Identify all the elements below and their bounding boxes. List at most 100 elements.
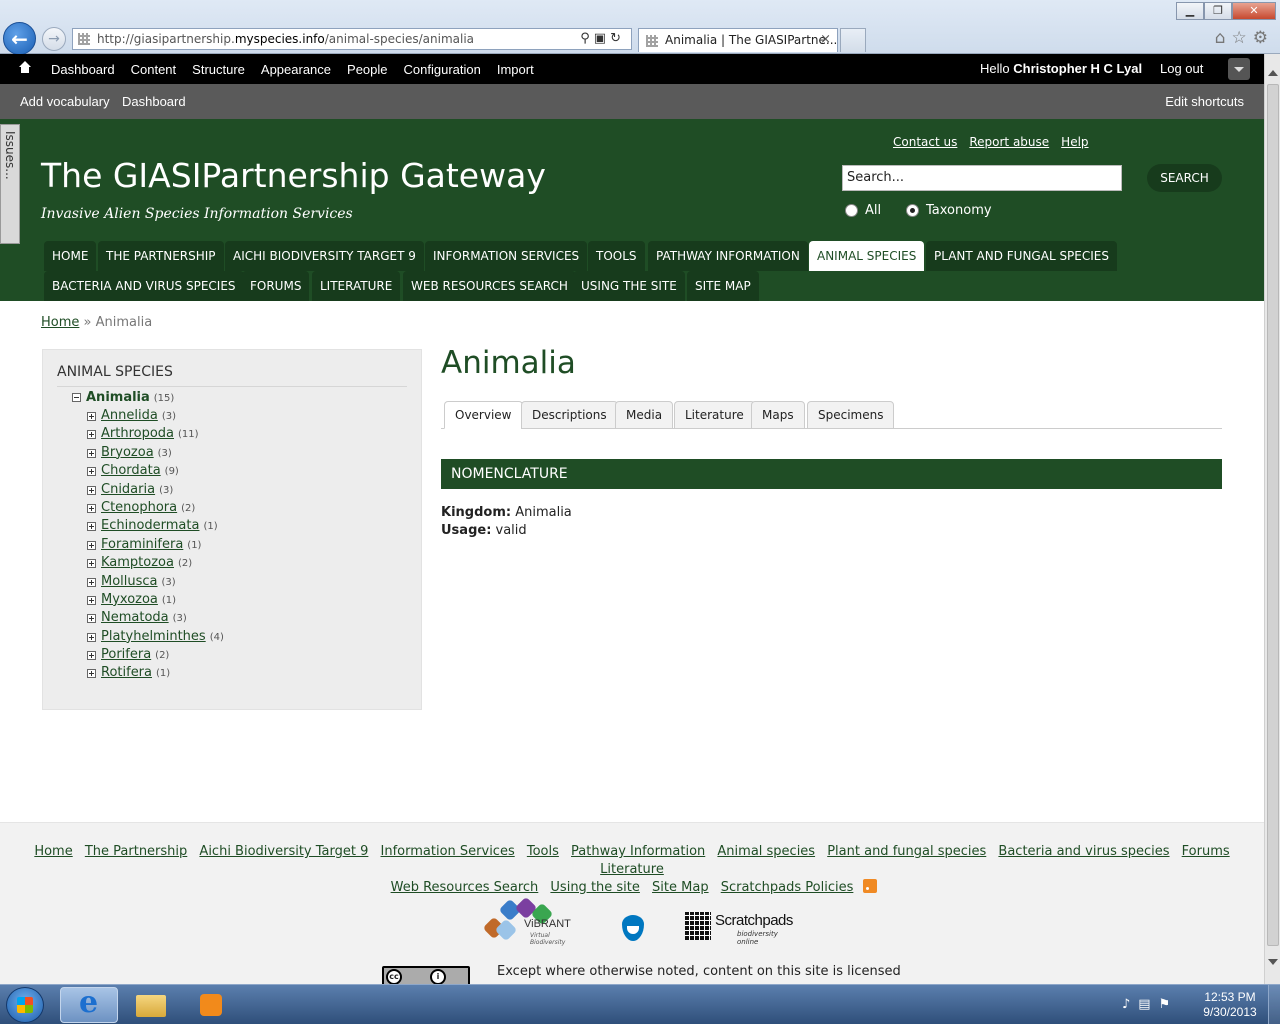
new-tab-button[interactable]	[840, 28, 866, 52]
footer-link-web-resources[interactable]: Web Resources Search	[391, 880, 539, 895]
breadcrumb-home-link[interactable]: Home	[41, 315, 79, 330]
maximize-button[interactable]: ❐	[1204, 2, 1232, 20]
creative-commons-badge[interactable]: cc i	[382, 966, 470, 986]
tree-item-link[interactable]: Chordata	[101, 463, 161, 478]
expand-icon[interactable]	[87, 448, 96, 458]
nav-the-partnership[interactable]: THE PARTNERSHIP	[98, 241, 224, 271]
admin-menu-dashboard[interactable]: Dashboard	[51, 62, 115, 77]
nav-web-resources-search[interactable]: WEB RESOURCES SEARCH	[403, 271, 576, 301]
tab-descriptions[interactable]: Descriptions	[521, 401, 618, 429]
footer-link-scratchpads-policies[interactable]: Scratchpads Policies	[721, 880, 854, 895]
scrollbar-thumb[interactable]	[1267, 84, 1279, 946]
footer-link-pathway[interactable]: Pathway Information	[571, 844, 705, 859]
toolbar-drawer-toggle[interactable]	[1228, 58, 1250, 80]
taskbar-media-player-icon[interactable]	[182, 987, 240, 1023]
tab-maps[interactable]: Maps	[751, 401, 805, 429]
help-link[interactable]: Help	[1061, 135, 1088, 149]
nav-using-the-site[interactable]: USING THE SITE	[573, 271, 685, 301]
expand-icon[interactable]	[87, 669, 96, 679]
tab-literature[interactable]: Literature	[674, 401, 755, 429]
footer-link-information-services[interactable]: Information Services	[381, 844, 515, 859]
address-bar[interactable]: http://giasipartnership.myspecies.info/a…	[72, 28, 632, 50]
footer-link-using-site[interactable]: Using the site	[550, 880, 639, 895]
admin-menu-structure[interactable]: Structure	[192, 62, 245, 77]
edit-shortcuts-link[interactable]: Edit shortcuts	[1165, 94, 1244, 109]
nav-bacteria-virus-species[interactable]: BACTERIA AND VIRUS SPECIES	[44, 271, 244, 301]
network-icon[interactable]: ▤	[1138, 997, 1158, 1012]
expand-icon[interactable]	[87, 559, 96, 569]
page-scrollbar[interactable]	[1264, 54, 1280, 984]
footer-link-animal-species[interactable]: Animal species	[717, 844, 815, 859]
nav-forums[interactable]: FORUMS	[242, 271, 310, 301]
tree-item-link[interactable]: Bryozoa	[101, 445, 154, 460]
action-center-icon[interactable]: ⚑	[1159, 997, 1179, 1012]
rss-icon[interactable]	[863, 879, 878, 893]
tab-overview[interactable]: Overview	[444, 401, 523, 429]
search-button[interactable]: SEARCH	[1147, 164, 1222, 192]
logout-link[interactable]: Log out	[1160, 54, 1203, 84]
tree-item-link[interactable]: Platyhelminthes	[101, 629, 206, 644]
tree-item-link[interactable]: Kamptozoa	[101, 555, 174, 570]
scratchpads-logo[interactable]: Scratchpads biodiversity online	[685, 912, 800, 946]
home-icon[interactable]: ⌂	[1215, 28, 1232, 48]
footer-link-forums[interactable]: Forums	[1182, 844, 1230, 859]
forward-button[interactable]: →	[42, 27, 66, 51]
address-icons[interactable]: ⚲▣↻	[580, 29, 625, 49]
footer-link-bacteria-virus[interactable]: Bacteria and virus species	[998, 844, 1169, 859]
nav-literature[interactable]: LITERATURE	[312, 271, 401, 301]
taskbar-internet-explorer-icon[interactable]	[60, 985, 118, 1023]
expand-icon[interactable]	[87, 430, 96, 440]
tab-media[interactable]: Media	[615, 401, 674, 429]
footer-link-home[interactable]: Home	[34, 844, 72, 859]
tree-item-link[interactable]: Ctenophora	[101, 500, 177, 515]
tree-item-link[interactable]: Porifera	[101, 647, 151, 662]
site-title[interactable]: The GIASIPartnership Gateway	[41, 156, 546, 195]
expand-icon[interactable]	[87, 467, 96, 477]
back-button[interactable]: ←	[3, 22, 36, 55]
expand-icon[interactable]	[87, 577, 96, 587]
expand-icon[interactable]	[87, 485, 96, 495]
start-button[interactable]	[6, 987, 44, 1023]
admin-menu-content[interactable]: Content	[131, 62, 177, 77]
admin-menu-appearance[interactable]: Appearance	[261, 62, 331, 77]
show-desktop-button[interactable]	[1268, 985, 1280, 1024]
browser-tab[interactable]: Animalia | The GIASIPartne... ×	[638, 28, 838, 52]
close-window-button[interactable]: ✕	[1232, 2, 1276, 20]
tree-item-link[interactable]: Annelida	[101, 408, 158, 423]
admin-menu-import[interactable]: Import	[497, 62, 534, 77]
tab-close-icon[interactable]: ×	[820, 29, 831, 51]
minimize-button[interactable]: ▁	[1176, 2, 1204, 20]
report-abuse-link[interactable]: Report abuse	[969, 135, 1049, 149]
scroll-up-arrow-icon[interactable]	[1268, 70, 1278, 76]
nav-animal-species[interactable]: ANIMAL SPECIES	[809, 241, 925, 271]
taskbar-explorer-folder-icon[interactable]	[122, 987, 180, 1023]
nav-tools[interactable]: TOOLS	[588, 241, 645, 271]
tree-root-label[interactable]: Animalia	[86, 390, 150, 405]
radio-taxonomy[interactable]: Taxonomy	[906, 203, 992, 218]
issues-tab[interactable]: Issues...	[0, 124, 20, 244]
vibrant-logo[interactable]: ViBRANT Virtual Biodiversity	[482, 896, 584, 946]
footer-link-site-map[interactable]: Site Map	[652, 880, 709, 895]
expand-icon[interactable]	[87, 522, 96, 532]
tree-item-link[interactable]: Foraminifera	[101, 537, 183, 552]
admin-menu-people[interactable]: People	[347, 62, 387, 77]
search-icon[interactable]: ⚲	[580, 31, 594, 46]
tree-item-link[interactable]: Echinodermata	[101, 518, 199, 533]
nav-plant-fungal-species[interactable]: PLANT AND FUNGAL SPECIES	[926, 241, 1117, 271]
expand-icon[interactable]	[87, 540, 96, 550]
radio-taxonomy-dot[interactable]	[906, 204, 919, 217]
nav-site-map[interactable]: SITE MAP	[687, 271, 759, 301]
footer-link-tools[interactable]: Tools	[527, 844, 559, 859]
taskbar-clock[interactable]: 12:53 PM 9/30/2013	[1196, 990, 1264, 1020]
shortcut-dashboard[interactable]: Dashboard	[122, 94, 186, 109]
scroll-down-arrow-icon[interactable]	[1268, 959, 1278, 965]
footer-link-partnership[interactable]: The Partnership	[85, 844, 187, 859]
footer-link-literature[interactable]: Literature	[600, 862, 664, 877]
home-icon[interactable]	[18, 61, 32, 75]
shortcut-add-vocabulary[interactable]: Add vocabulary	[20, 94, 110, 109]
nav-home[interactable]: HOME	[44, 241, 97, 271]
expand-icon[interactable]	[87, 632, 96, 642]
expand-icon[interactable]	[87, 412, 96, 421]
nav-information-services[interactable]: INFORMATION SERVICES	[425, 241, 588, 271]
footer-link-plant-fungal[interactable]: Plant and fungal species	[827, 844, 986, 859]
